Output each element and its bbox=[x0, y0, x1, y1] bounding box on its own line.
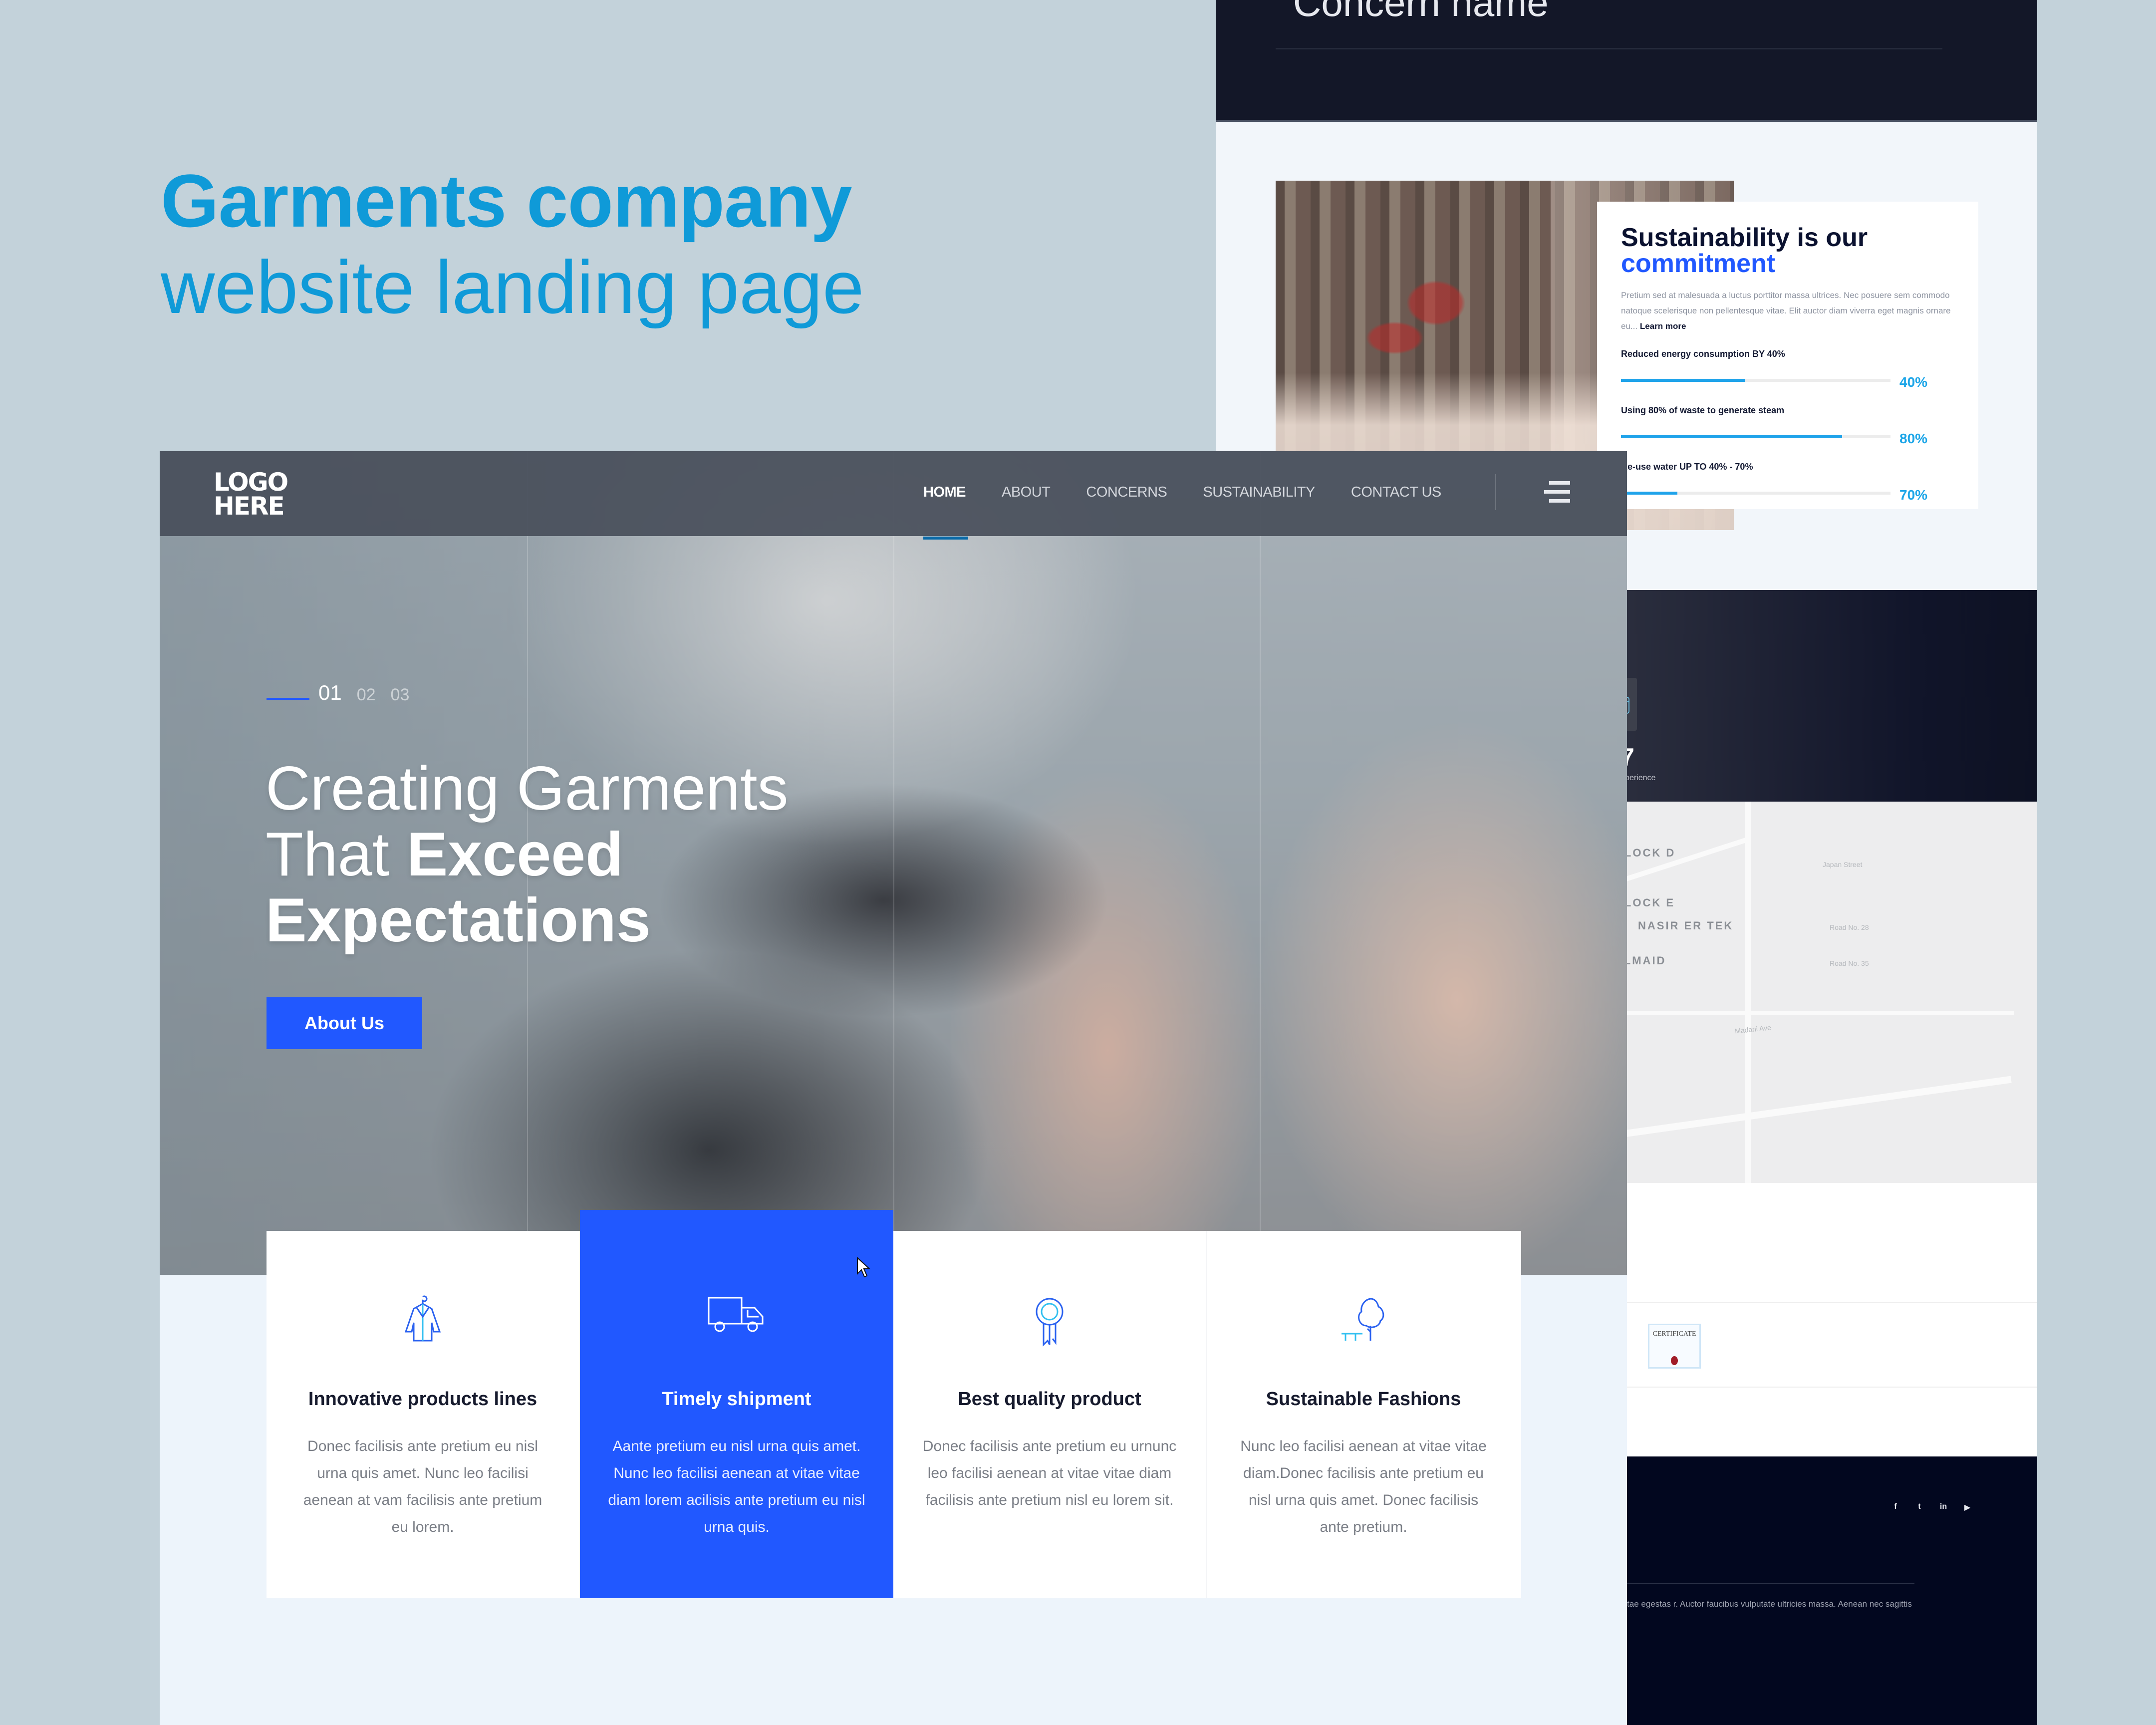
concern-section: Concern name bbox=[1216, 0, 2037, 122]
metric-label: Re-use water UP TO 40% - 70% bbox=[1621, 462, 1753, 472]
progress-metric: Using 80% of waste to generate steam 80% bbox=[1621, 405, 1954, 447]
map-road bbox=[1745, 802, 1751, 1183]
metric-value: 70% bbox=[1899, 487, 1928, 503]
progress-metric: Re-use water UP TO 40% - 70% 70% bbox=[1621, 462, 1954, 503]
progress-fill bbox=[1621, 435, 1842, 438]
logo-line2: HERE bbox=[214, 492, 285, 521]
slide-number-2[interactable]: 02 bbox=[357, 685, 376, 705]
metric-label: Reduced energy consumption BY 40% bbox=[1621, 349, 1785, 359]
slide-number-1[interactable]: 01 bbox=[318, 681, 342, 705]
metric-row: 40% bbox=[1621, 370, 1954, 390]
twitter-icon[interactable]: t bbox=[1914, 1502, 1924, 1513]
jacket-hanger-icon bbox=[267, 1295, 579, 1343]
mouse-cursor-icon bbox=[857, 1257, 871, 1278]
feature-title: Best quality product bbox=[958, 1389, 1141, 1410]
map-road-label: Road No. 35 bbox=[1830, 959, 1869, 967]
feature-card[interactable]: Sustainable Fashions Nunc leo facilisi a… bbox=[1207, 1231, 1520, 1598]
feature-card[interactable]: Innovative products lines Donec facilisi… bbox=[267, 1231, 580, 1598]
award-ribbon-icon bbox=[893, 1295, 1206, 1347]
sustainability-card: Sustainability is our commitment Pretium… bbox=[1597, 202, 1978, 509]
menu-icon[interactable] bbox=[1544, 481, 1570, 503]
feature-card-highlighted[interactable]: Timely shipment Aante pretium eu nisl ur… bbox=[580, 1210, 893, 1598]
metric-row: 80% bbox=[1621, 427, 1954, 447]
sustainability-paragraph: Pretium sed at malesuada a luctus portti… bbox=[1621, 288, 1960, 334]
landing-page: LOGO HERE HOME ABOUT CONCERNS SUSTAINABI… bbox=[160, 451, 1627, 1725]
divider bbox=[1495, 474, 1496, 510]
hero-title: Creating Garments That Exceed Expectatio… bbox=[266, 756, 789, 953]
about-us-button[interactable]: About Us bbox=[267, 997, 422, 1049]
promo-title: Garments company website landing page bbox=[161, 160, 864, 328]
promo-title-line1: Garments company bbox=[161, 159, 852, 243]
nav-contact-us[interactable]: CONTACT US bbox=[1351, 484, 1441, 501]
truck-icon bbox=[580, 1295, 893, 1343]
progress-track bbox=[1621, 379, 1890, 382]
divider bbox=[1276, 48, 1942, 49]
nav-home[interactable]: HOME bbox=[923, 484, 968, 540]
grid-line bbox=[893, 451, 894, 1275]
facebook-icon[interactable]: f bbox=[1890, 1502, 1900, 1513]
map-road-label: Madani Ave bbox=[1734, 1023, 1772, 1035]
concern-name: Concern name bbox=[1293, 0, 1549, 24]
nav-concerns[interactable]: CONCERNS bbox=[1086, 484, 1167, 501]
progress-track bbox=[1621, 435, 1890, 438]
progress-track bbox=[1621, 492, 1890, 495]
hero-title-line3: Expectations bbox=[266, 886, 651, 955]
feature-description: Donec facilisis ante pretium eu nisl urn… bbox=[303, 1438, 542, 1535]
feature-card[interactable]: Best quality product Donec facilisis ant… bbox=[893, 1231, 1207, 1598]
metric-value: 80% bbox=[1899, 431, 1928, 446]
main-nav: HOME ABOUT CONCERNS SUSTAINABILITY CONTA… bbox=[923, 484, 1477, 540]
logo-line1: LOGO bbox=[214, 468, 288, 497]
nav-about[interactable]: ABOUT bbox=[1002, 484, 1051, 501]
feature-description: Aante pretium eu nisl urna quis amet. Nu… bbox=[608, 1438, 865, 1535]
certificate-image[interactable]: CERTIFICATE bbox=[1648, 1324, 1701, 1369]
hero-title-line2-bold: Exceed bbox=[406, 820, 623, 889]
progress-metric: Reduced energy consumption BY 40% 40% bbox=[1621, 349, 1954, 390]
learn-more-link[interactable]: Learn more bbox=[1640, 321, 1686, 331]
hero-title-line1: Creating Garments bbox=[266, 754, 789, 823]
progress-fill bbox=[1621, 379, 1745, 382]
sustainability-heading-text: Sustainability is our bbox=[1621, 223, 1868, 252]
grid-line bbox=[1260, 451, 1261, 1275]
feature-title: Sustainable Fashions bbox=[1266, 1389, 1461, 1410]
slide-active-line bbox=[267, 698, 309, 700]
nav-sustainability[interactable]: SUSTAINABILITY bbox=[1203, 484, 1315, 501]
slide-number-3[interactable]: 03 bbox=[391, 685, 410, 705]
progress-fill bbox=[1621, 492, 1678, 495]
metric-row: 70% bbox=[1621, 483, 1954, 503]
feature-title: Timely shipment bbox=[662, 1389, 811, 1410]
sustainability-heading: Sustainability is our commitment bbox=[1621, 225, 1954, 277]
metric-label: Using 80% of waste to generate steam bbox=[1621, 405, 1785, 415]
features-row: Innovative products lines Donec facilisi… bbox=[267, 1210, 1521, 1598]
tree-bench-icon bbox=[1207, 1295, 1520, 1343]
feature-title: Innovative products lines bbox=[308, 1389, 538, 1410]
sustainability-heading-accent: commitment bbox=[1621, 249, 1776, 278]
feature-description: Donec facilisis ante pretium eu urnunc l… bbox=[922, 1438, 1177, 1508]
certificate-title: CERTIFICATE bbox=[1652, 1330, 1696, 1338]
slide-indicator: 01 02 03 bbox=[267, 681, 424, 705]
youtube-icon[interactable]: ▶ bbox=[1962, 1502, 1972, 1513]
map-road-label: Road No. 28 bbox=[1830, 923, 1869, 931]
hero-title-line2-thin: That bbox=[266, 820, 390, 889]
feature-description: Nunc leo facilisi aenean at vitae vitae … bbox=[1240, 1438, 1487, 1535]
linkedin-icon[interactable]: in bbox=[1938, 1502, 1948, 1513]
navbar: LOGO HERE HOME ABOUT CONCERNS SUSTAINABI… bbox=[160, 451, 1627, 540]
logo[interactable]: LOGO HERE bbox=[214, 468, 288, 521]
promo-title-line2: website landing page bbox=[161, 245, 864, 329]
certificate-cell: CERTIFICATE bbox=[1573, 1303, 2037, 1387]
map-label: NASIR ER TEK bbox=[1638, 919, 1734, 932]
metric-value: 40% bbox=[1899, 374, 1928, 390]
map-road-label: Japan Street bbox=[1823, 861, 1863, 868]
